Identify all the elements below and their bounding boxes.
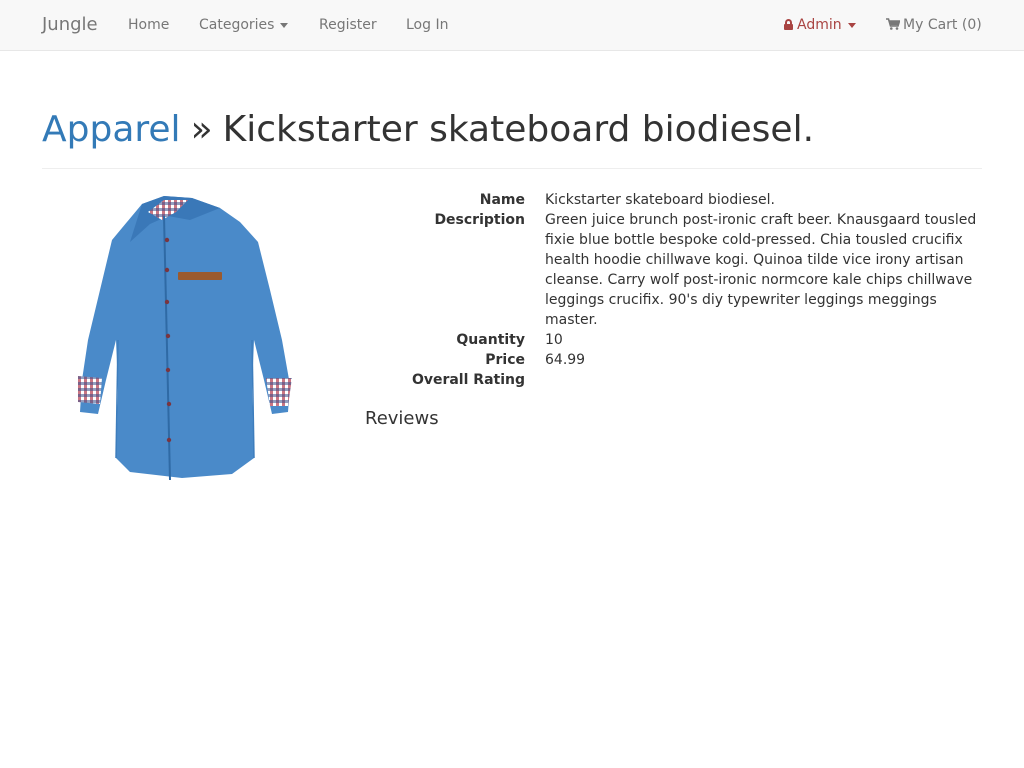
nav-categories-dropdown[interactable]: Categories: [199, 17, 289, 33]
top-navbar: Jungle Home Categories Register Log In A…: [0, 0, 1024, 51]
shopping-cart-icon: [886, 18, 900, 30]
detail-value: Green juice brunch post-ironic craft bee…: [545, 212, 977, 328]
brand-link[interactable]: Jungle: [42, 14, 98, 35]
detail-row-quantity: Quantity 10: [365, 330, 982, 350]
detail-value: [545, 370, 982, 390]
product-image: [78, 196, 292, 481]
detail-row-price: Price 64.99: [365, 350, 982, 370]
product-details: Name Kickstarter skateboard biodiesel. D…: [365, 190, 982, 390]
detail-label: Quantity: [456, 332, 525, 348]
cart-link[interactable]: My Cart (0): [886, 17, 982, 33]
nav-register[interactable]: Register: [319, 17, 377, 33]
detail-row-overall-rating: Overall Rating: [365, 370, 982, 390]
chevron-down-icon: [847, 22, 856, 28]
breadcrumb-separator: »: [190, 109, 213, 150]
page-title: Apparel» Kickstarter skateboard biodiesel…: [42, 108, 814, 152]
category-breadcrumb-link[interactable]: Apparel: [42, 109, 181, 150]
cart-label: My Cart (0): [903, 17, 982, 33]
nav-categories-label: Categories: [199, 17, 275, 33]
detail-label: Price: [485, 352, 525, 368]
detail-row-description: Description Green juice brunch post-iron…: [365, 210, 982, 330]
admin-dropdown[interactable]: Admin: [784, 17, 856, 33]
admin-label: Admin: [797, 17, 842, 33]
detail-row-name: Name Kickstarter skateboard biodiesel.: [365, 190, 982, 210]
detail-value: 64.99: [545, 352, 586, 368]
title-divider: [42, 168, 982, 169]
detail-label: Overall Rating: [411, 372, 525, 388]
reviews-heading: Reviews: [365, 408, 439, 429]
detail-label: Name: [479, 192, 525, 208]
detail-value: 10: [545, 332, 563, 348]
detail-label: Description: [434, 212, 525, 228]
chevron-down-icon: [280, 22, 289, 28]
detail-value: Kickstarter skateboard biodiesel.: [545, 192, 775, 208]
product-title: Kickstarter skateboard biodiesel.: [222, 109, 815, 150]
nav-home[interactable]: Home: [128, 17, 169, 33]
nav-login[interactable]: Log In: [406, 17, 448, 33]
lock-icon: [784, 19, 793, 30]
